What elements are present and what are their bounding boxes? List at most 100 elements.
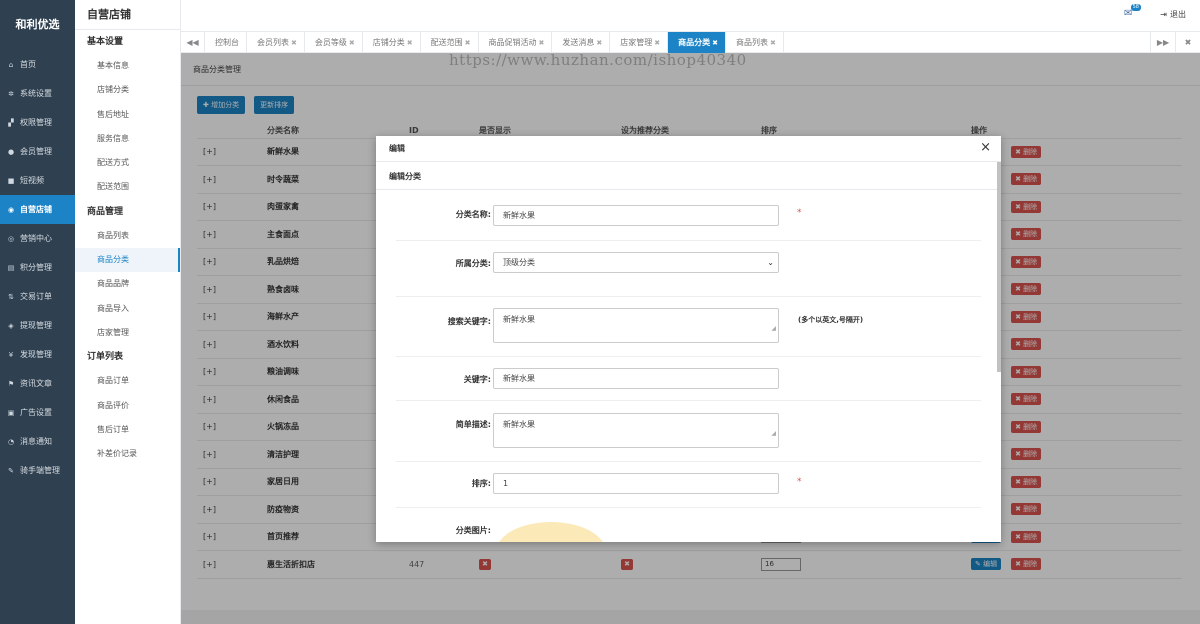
tab-label: 商品列表: [736, 38, 768, 47]
form-row-image: 分类图片:: [396, 508, 981, 542]
parent-select[interactable]: 顶级分类 ⌄: [493, 252, 779, 273]
tab[interactable]: 会员等级 ✖: [305, 32, 363, 53]
tab-close-icon[interactable]: ✖: [291, 39, 297, 47]
nav-item-label: 骑手端管理: [20, 466, 60, 475]
resize-handle-icon[interactable]: ◢: [771, 423, 776, 445]
sidebar-item[interactable]: 商品品牌: [75, 272, 180, 296]
name-label: 分类名称:: [455, 210, 491, 219]
top-bar: ✉ 58 ⇥ 退出: [181, 0, 1200, 32]
sidebar-item[interactable]: 商品导入: [75, 297, 180, 321]
tab-label: 发送消息: [562, 38, 595, 47]
tabs-close-all-icon[interactable]: ✖: [1175, 32, 1200, 53]
form-row-parent: 所属分类: 顶级分类 ⌄: [396, 241, 981, 297]
sidebar-item[interactable]: 商品分类: [75, 248, 180, 273]
nav-item[interactable]: ■ 短视频: [0, 166, 75, 195]
tab-close-icon[interactable]: ✖: [465, 39, 471, 47]
sidebar-group-title: 商品管理: [87, 206, 124, 217]
sidebar-item[interactable]: 基本信息: [75, 54, 180, 78]
tab-label: 会员等级: [314, 38, 347, 47]
tabs-scroll-right-icon[interactable]: ▶▶: [1150, 32, 1175, 53]
nav-item[interactable]: ◈ 提现管理: [0, 311, 75, 340]
name-input[interactable]: 新鲜水果: [493, 205, 779, 226]
keywords-label: 关键字:: [463, 375, 491, 384]
nav-item[interactable]: ● 会员管理: [0, 137, 75, 166]
modal-title: 编辑: [376, 136, 1001, 162]
nav-item-label: 发现管理: [20, 350, 52, 359]
keywords-input[interactable]: 新鲜水果: [493, 368, 779, 389]
tab[interactable]: 商品分类 ✖: [668, 32, 726, 53]
nav-item[interactable]: ⚑ 资讯文章: [0, 369, 75, 398]
logout-button[interactable]: ⇥ 退出: [1160, 9, 1186, 20]
tab-close-icon[interactable]: ✖: [349, 39, 355, 47]
resize-handle-icon[interactable]: ◢: [771, 318, 776, 340]
users-icon: ●: [7, 147, 15, 156]
tab-close-icon[interactable]: ✖: [596, 39, 602, 47]
sidebar-item[interactable]: 服务信息: [75, 127, 180, 151]
tab[interactable]: 商品促销活动 ✖: [479, 32, 553, 53]
sitemap-icon: ▞: [8, 118, 14, 127]
store-icon: ◉: [7, 205, 15, 214]
message-badge: 58: [1130, 4, 1141, 11]
nav-item-label: 积分管理: [20, 263, 52, 272]
nav-item-label: 消息通知: [20, 437, 52, 446]
tab-label: 配送范围: [430, 38, 463, 47]
chevron-down-icon: ⌄: [767, 258, 774, 267]
search-keywords-textarea[interactable]: 新鲜水果 ◢: [493, 308, 779, 343]
sidebar-item[interactable]: 商品评价: [75, 394, 180, 418]
nav-item[interactable]: ▣ 广告设置: [0, 398, 75, 427]
nav-item[interactable]: ▞ 权限管理: [0, 108, 75, 137]
tab[interactable]: 发送消息 ✖: [552, 32, 611, 53]
nav-item[interactable]: ▤ 积分管理: [0, 253, 75, 282]
nav-item-label: 营销中心: [20, 234, 52, 243]
sidebar-item[interactable]: 商品订单: [75, 369, 180, 393]
nav-item[interactable]: ◉ 自营店铺: [0, 195, 75, 224]
tab[interactable]: 店铺分类 ✖: [363, 32, 421, 53]
bell-icon: ◔: [7, 437, 15, 446]
tab-close-icon[interactable]: ✖: [407, 39, 413, 47]
tab-close-icon[interactable]: ✖: [770, 39, 776, 47]
tab[interactable]: 会员列表 ✖: [247, 32, 305, 53]
tab[interactable]: 商品列表 ✖: [726, 32, 784, 53]
sort-input[interactable]: 1: [493, 473, 779, 494]
target-icon: ◎: [7, 234, 15, 243]
nav-item-label: 系统设置: [20, 89, 52, 98]
close-icon[interactable]: ×: [980, 141, 991, 155]
modal-scrollbar[interactable]: [997, 162, 1001, 372]
nav-item[interactable]: ✎ 骑手端管理: [0, 456, 75, 485]
tab-close-icon[interactable]: ✖: [712, 39, 718, 47]
form-row-search-keywords: 搜索关键字: 新鲜水果 ◢ (多个以英文,号隔开): [396, 297, 981, 357]
required-mark: *: [797, 208, 802, 218]
nav-item[interactable]: ⇅ 交易订单: [0, 282, 75, 311]
sidebar-item[interactable]: 售后订单: [75, 418, 180, 442]
sidebar-item[interactable]: 补差价记录: [75, 442, 180, 466]
sidebar-item[interactable]: 店家管理: [75, 321, 180, 345]
tab[interactable]: 配送范围 ✖: [421, 32, 479, 53]
sub-sidebar: 自营店铺 基本设置 基本信息 店铺分类 售后地址 服务信息 配送方式 配送范围 商品管理 商品列…: [75, 0, 181, 624]
tab-label: 店家管理: [620, 38, 653, 47]
sidebar-item[interactable]: 售后地址: [75, 103, 180, 127]
tab[interactable]: 店家管理 ✖: [610, 32, 669, 53]
nav-item[interactable]: ⌂ 首页: [0, 50, 75, 79]
logout-icon: ⇥: [1160, 10, 1167, 19]
tab-label: 商品分类: [678, 38, 711, 47]
tab-close-icon[interactable]: ✖: [654, 39, 660, 47]
sort-label: 排序:: [471, 479, 491, 488]
sidebar-item[interactable]: 配送方式: [75, 151, 180, 175]
flag-icon: ⚑: [7, 379, 15, 388]
sidebar-item[interactable]: 配送范围: [75, 175, 180, 199]
description-textarea[interactable]: 新鲜水果 ◢: [493, 413, 779, 448]
nav-item[interactable]: ✲ 系统设置: [0, 79, 75, 108]
sidebar-item[interactable]: 店铺分类: [75, 78, 180, 102]
tab-close-icon[interactable]: ✖: [539, 39, 545, 47]
message-icon[interactable]: ✉ 58: [1124, 4, 1141, 21]
tab[interactable]: 控制台: [205, 32, 247, 53]
file-icon: ▤: [7, 263, 15, 272]
nav-item-label: 自营店铺: [20, 205, 52, 214]
tabs-scroll-left-icon[interactable]: ◀◀: [181, 32, 205, 53]
nav-item[interactable]: ◎ 营销中心: [0, 224, 75, 253]
nav-item-label: 资讯文章: [20, 379, 52, 388]
nav-item[interactable]: ¥ 发现管理: [0, 340, 75, 369]
nav-item-label: 短视频: [20, 176, 44, 185]
nav-item[interactable]: ◔ 消息通知: [0, 427, 75, 456]
sidebar-item[interactable]: 商品列表: [75, 224, 180, 248]
